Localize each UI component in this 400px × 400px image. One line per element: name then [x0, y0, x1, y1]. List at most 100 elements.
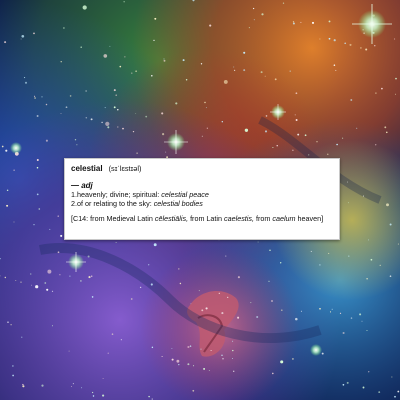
headword-line: celestial (sɪˈlɛstɪəl) [71, 164, 333, 173]
star [366, 278, 368, 280]
star [269, 249, 271, 251]
star [316, 140, 318, 143]
star [225, 255, 227, 257]
star [6, 204, 9, 207]
star [31, 284, 32, 286]
star [397, 390, 400, 393]
star [119, 65, 122, 68]
star [122, 127, 124, 130]
star [311, 21, 315, 24]
star [192, 389, 195, 392]
star [232, 340, 234, 342]
star [85, 117, 88, 119]
etymology-from-text: from [256, 214, 271, 223]
star [295, 92, 298, 95]
star [57, 215, 59, 217]
star [60, 234, 63, 237]
star [248, 27, 250, 29]
star [35, 285, 39, 289]
star [362, 386, 365, 389]
star [90, 118, 93, 121]
star [319, 38, 321, 40]
star [4, 41, 7, 44]
sense-2-definition: 2.of or relating to the sky: [71, 199, 152, 208]
star [232, 349, 234, 352]
star [178, 268, 180, 270]
star [80, 280, 82, 282]
dictionary-entry: celestial (sɪˈlɛstɪəl) — adj 1.heavenly;… [64, 158, 340, 240]
star [250, 302, 252, 304]
star [367, 239, 369, 241]
star [292, 21, 295, 23]
star [342, 331, 345, 335]
star [38, 208, 41, 210]
star [360, 47, 362, 49]
star [87, 255, 90, 258]
star [319, 264, 321, 266]
star [244, 128, 249, 132]
star [74, 139, 77, 141]
star [59, 274, 61, 276]
star [104, 107, 106, 109]
star [102, 394, 105, 397]
star [33, 32, 35, 35]
star [13, 169, 15, 171]
star [21, 34, 25, 38]
star [359, 313, 362, 316]
star [204, 101, 206, 104]
star [350, 317, 353, 319]
star [41, 96, 43, 98]
star [210, 349, 212, 352]
star [253, 19, 255, 21]
etymology-latin-text: from Latin [190, 214, 223, 223]
star [394, 93, 396, 95]
star [268, 280, 270, 282]
star [161, 112, 164, 115]
star [193, 365, 195, 367]
star [161, 355, 163, 358]
star [187, 345, 190, 349]
star [10, 324, 12, 326]
star [374, 45, 376, 47]
star [264, 130, 268, 133]
star [221, 354, 223, 356]
star [24, 81, 28, 84]
star [69, 275, 71, 277]
star [117, 109, 119, 111]
part-of-speech: — adj [71, 181, 93, 190]
star [265, 115, 268, 117]
star [72, 383, 74, 385]
star [69, 95, 72, 97]
star [151, 346, 154, 349]
star [333, 39, 336, 42]
star [115, 242, 117, 244]
star [370, 258, 373, 261]
star [349, 43, 352, 46]
star [339, 312, 342, 314]
star [292, 149, 294, 151]
star [145, 115, 148, 118]
star [289, 70, 291, 72]
star [264, 75, 266, 77]
star [294, 114, 296, 116]
star [222, 357, 224, 360]
star [205, 307, 208, 310]
star [154, 17, 157, 20]
star [328, 37, 331, 40]
star [115, 94, 117, 96]
star [344, 42, 347, 45]
pronunciation: (sɪˈlɛstɪəl) [108, 164, 142, 173]
star [271, 300, 273, 302]
star [150, 283, 153, 286]
star [386, 203, 389, 207]
star [113, 89, 116, 92]
star [162, 133, 165, 136]
star [123, 1, 125, 3]
star [237, 316, 240, 319]
star [331, 308, 333, 310]
star [36, 115, 39, 117]
star [362, 195, 365, 197]
star [395, 77, 397, 80]
star [189, 345, 192, 347]
star [120, 339, 122, 341]
